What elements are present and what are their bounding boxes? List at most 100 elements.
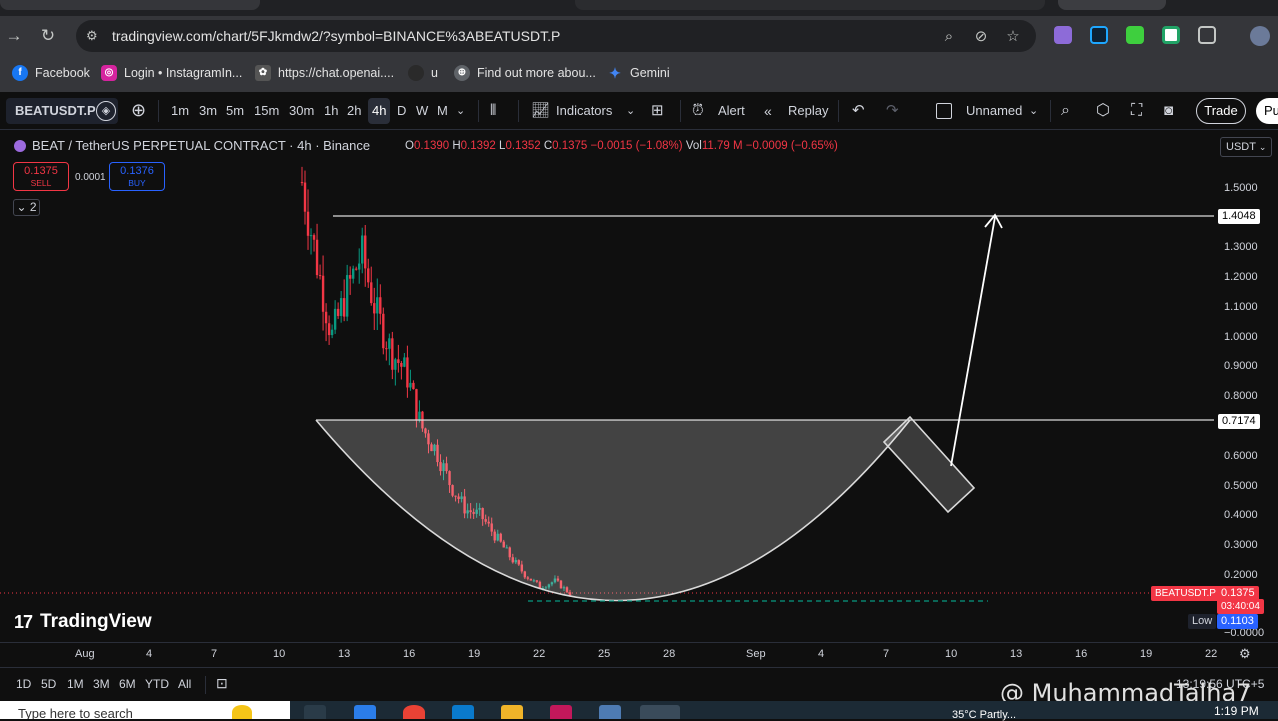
price-chart[interactable]	[0, 131, 1278, 666]
sell-button[interactable]: 0.1375 SELL	[13, 162, 69, 191]
time-tick: 22	[533, 648, 546, 660]
vscode-icon[interactable]	[452, 705, 474, 719]
alert-button[interactable]: Alert	[718, 101, 745, 121]
forward-icon[interactable]: →	[4, 26, 24, 46]
templates-grid-icon[interactable]: ⊞	[651, 101, 664, 121]
diamond-icon[interactable]: ◈	[96, 101, 116, 121]
chrome-active-icon[interactable]	[640, 705, 680, 719]
reload-icon[interactable]: ↻	[38, 26, 58, 46]
range-1M[interactable]: 1M	[67, 677, 84, 691]
range-5D[interactable]: 5D	[41, 677, 56, 691]
browser-tab[interactable]	[0, 0, 260, 10]
site-settings-icon[interactable]: ⚙	[86, 28, 102, 44]
quick-search-icon[interactable]: ⌕	[1061, 101, 1070, 121]
indicators-button[interactable]: Indicators	[556, 101, 612, 121]
zoom-icon[interactable]: ⌕	[940, 28, 958, 46]
openai-icon: ✿	[255, 65, 271, 81]
candle-body	[400, 362, 403, 367]
browser-tab[interactable]	[575, 0, 1045, 10]
axis-settings-gear-icon[interactable]: ⚙	[1239, 646, 1251, 662]
candle-body	[364, 235, 367, 269]
file-explorer-icon[interactable]	[501, 705, 523, 719]
star-icon[interactable]: ☆	[1004, 28, 1022, 46]
time-axis[interactable]: Aug 4 7 10 13 16 19 22 25 28 Sep 4 7 10 …	[0, 642, 1278, 664]
candles-icon[interactable]: ⫴	[490, 101, 496, 121]
candle-body	[339, 298, 343, 316]
legend-title[interactable]: BEAT / TetherUS PERPETUAL CONTRACT · 4h …	[32, 138, 370, 153]
time-tick: 4	[818, 648, 825, 660]
timeframe-1h[interactable]: 1h	[320, 98, 342, 124]
camera-icon[interactable]: ◙	[1164, 101, 1173, 121]
undo-icon[interactable]: ↶	[852, 101, 865, 121]
dev-app-icon[interactable]	[550, 705, 572, 719]
chevron-down-icon[interactable]: ⌄	[626, 101, 635, 121]
app-icon[interactable]	[599, 705, 621, 719]
url-path: /chart/5FJkmdw2/?symbol=BINANCE%3ABEATUS…	[212, 28, 561, 44]
range-YTD[interactable]: YTD	[145, 677, 169, 691]
play-extension-icon[interactable]	[1090, 26, 1108, 44]
taskbar-weather[interactable]: 35°C Partly...	[952, 709, 1016, 721]
replay-button[interactable]: Replay	[788, 101, 828, 121]
timeframe-3m[interactable]: 3m	[195, 98, 221, 124]
store-icon[interactable]	[354, 705, 376, 719]
timeframe-D[interactable]: D	[393, 98, 410, 124]
grid-extension-icon[interactable]	[1126, 26, 1144, 44]
browser-tab[interactable]	[1058, 0, 1166, 10]
buy-button[interactable]: 0.1376 BUY	[109, 162, 165, 191]
symbol-logo-icon	[14, 139, 26, 152]
indicators-icon[interactable]: 📈︎	[531, 101, 550, 121]
bookmark-gemini[interactable]: ✦ Gemini	[607, 64, 669, 82]
price-tick: 1.5000	[1224, 182, 1258, 194]
bookmark-find-out-more[interactable]: ⊕ Find out more abou...	[454, 64, 596, 82]
bookmark-openai[interactable]: ✿ https://chat.openai....	[255, 64, 394, 82]
timeframe-M[interactable]: M	[433, 98, 452, 124]
weather-widget-icon[interactable]	[232, 705, 252, 719]
timeframe-5m[interactable]: 5m	[222, 98, 248, 124]
timeframe-4h[interactable]: 4h	[368, 98, 391, 124]
price-tick: 1.1000	[1224, 301, 1258, 313]
bookmark-label: Find out more abou...	[477, 66, 596, 80]
extension-icon[interactable]	[1054, 26, 1072, 44]
timeframe-W[interactable]: W	[412, 98, 432, 124]
timeframe-2h[interactable]: 2h	[343, 98, 365, 124]
bookmark-facebook[interactable]: f Facebook	[12, 64, 90, 82]
range-6M[interactable]: 6M	[119, 677, 136, 691]
timeframe-30m[interactable]: 30m	[285, 98, 318, 124]
compare-plus-icon[interactable]: ⊕	[131, 101, 146, 121]
indicators-collapse-button[interactable]: ⌄ 2	[13, 199, 40, 216]
timeframe-15m[interactable]: 15m	[250, 98, 283, 124]
bookmark-u[interactable]: u	[408, 64, 438, 82]
buy-label: BUY	[128, 178, 146, 188]
time-tick: 16	[403, 648, 416, 660]
range-1D[interactable]: 1D	[16, 677, 31, 691]
neckline-price-tag: 0.7174	[1218, 414, 1260, 429]
candle-body	[403, 357, 406, 367]
taskbar-clock[interactable]: 1:19 PM	[1214, 704, 1259, 718]
layout-name[interactable]: Unnamed	[966, 101, 1022, 121]
redo-icon[interactable]: ↷	[886, 101, 899, 121]
range-3M[interactable]: 3M	[93, 677, 110, 691]
puzzle-icon[interactable]	[1198, 26, 1216, 44]
trade-button[interactable]: Trade	[1196, 98, 1246, 124]
profile-avatar[interactable]	[1250, 26, 1270, 46]
goto-date-icon[interactable]: ⊡	[216, 675, 228, 692]
chart-pane[interactable]: BEAT / TetherUS PERPETUAL CONTRACT · 4h …	[0, 131, 1278, 666]
tradingview-logo[interactable]: 17 TradingView	[14, 611, 152, 633]
settings-gear-icon[interactable]: ⬡	[1096, 101, 1110, 121]
layout-square-icon[interactable]	[936, 103, 952, 119]
chevron-down-icon[interactable]: ⌄	[1029, 101, 1038, 121]
address-bar[interactable]: ⚙ tradingview.com/chart/5FJkmdw2/?symbol…	[76, 20, 1036, 52]
bookmark-instagram[interactable]: ◎ Login • InstagramIn...	[101, 64, 242, 82]
handle-channel	[882, 415, 976, 514]
timeframe-1m[interactable]: 1m	[167, 98, 193, 124]
publish-button[interactable]: Pu	[1256, 98, 1278, 124]
alert-clock-icon[interactable]: ⏰︎	[692, 101, 704, 121]
eye-off-icon[interactable]: ⊘	[972, 28, 990, 46]
replay-icon[interactable]: «	[764, 101, 772, 121]
chevron-down-icon[interactable]: ⌄	[456, 101, 465, 121]
fullscreen-icon[interactable]: ⛶	[1131, 101, 1142, 121]
chrome-icon[interactable]	[403, 705, 425, 719]
task-view-icon[interactable]	[304, 705, 326, 719]
range-All[interactable]: All	[178, 677, 191, 691]
mail-extension-icon[interactable]	[1162, 26, 1180, 44]
